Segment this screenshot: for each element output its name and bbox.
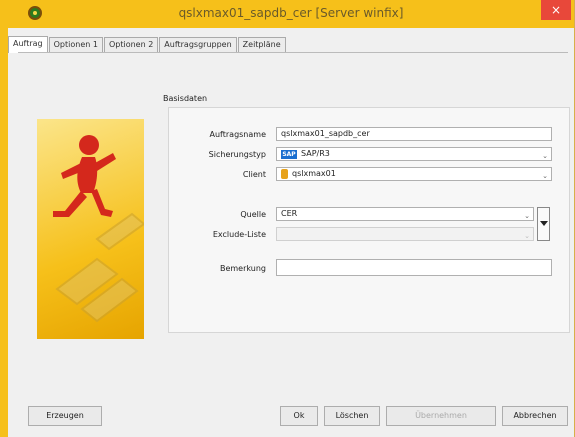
exclude-liste-label: Exclude-Liste [212, 230, 266, 239]
running-figure-illustration [37, 119, 144, 339]
client-label: Client [242, 170, 266, 179]
sicherungstyp-value: SAP/R3 [301, 149, 330, 158]
auftragsname-field[interactable]: qslxmax01_sapdb_cer [276, 127, 552, 141]
quelle-select[interactable]: CER ⌄ [276, 207, 534, 221]
ok-button[interactable]: Ok [280, 406, 318, 426]
tab-auftragsgruppen[interactable]: Auftragsgruppen [159, 37, 237, 52]
chevron-down-icon[interactable]: ⌄ [542, 150, 548, 162]
exclude-liste-select[interactable]: ⌄ [276, 227, 534, 241]
running-figure-icon [53, 135, 144, 323]
client-value: qslxmax01 [292, 169, 336, 178]
chevron-down-icon[interactable]: ⌄ [542, 170, 548, 182]
auftragsname-label: Auftragsname [209, 130, 266, 139]
title-bar[interactable]: qslxmax01_sapdb_cer [Server winfix] × [8, 0, 574, 28]
uebernehmen-button[interactable]: Übernehmen [386, 406, 496, 426]
window-title: qslxmax01_sapdb_cer [Server winfix] [178, 6, 404, 20]
quelle-dropdown-button[interactable] [537, 207, 550, 241]
loeschen-button[interactable]: Löschen [324, 406, 380, 426]
bemerkung-label: Bemerkung [219, 264, 266, 273]
sap-logo-icon: SAP [281, 149, 297, 159]
abbrechen-button[interactable]: Abbrechen [502, 406, 568, 426]
quelle-label: Quelle [240, 210, 266, 219]
sicherungstyp-select[interactable]: SAP SAP/R3 ⌄ [276, 147, 552, 161]
client-select[interactable]: qslxmax01 ⌄ [276, 167, 552, 181]
sicherungstyp-label: Sicherungstyp [208, 150, 266, 159]
quelle-value: CER [281, 209, 298, 218]
tab-optionen-2[interactable]: Optionen 2 [103, 37, 159, 52]
client-icon [281, 169, 288, 179]
tab-auftrag[interactable]: Auftrag [8, 36, 48, 53]
erzeugen-button[interactable]: Erzeugen [28, 406, 102, 426]
close-button[interactable]: × [541, 0, 571, 20]
tab-bar: Auftrag Optionen 1 Optionen 2 Auftragsgr… [8, 36, 286, 53]
chevron-down-icon[interactable]: ⌄ [524, 210, 530, 222]
chevron-down-icon: ⌄ [524, 232, 530, 240]
bemerkung-field[interactable] [276, 259, 552, 276]
basisdaten-title: Basisdaten [163, 94, 208, 103]
tab-zeitplaene[interactable]: Zeitpläne [237, 37, 286, 52]
tab-optionen-1[interactable]: Optionen 1 [48, 37, 103, 52]
auftragsname-value: qslxmax01_sapdb_cer [281, 129, 370, 138]
